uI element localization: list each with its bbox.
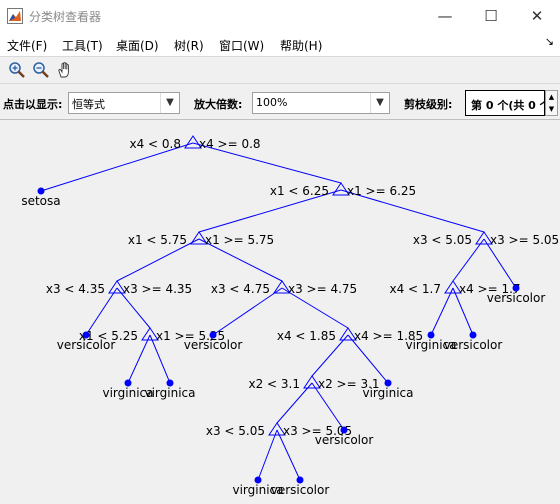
prune-level-value: 第 0 个(共 0 个): [471, 99, 544, 112]
split-left-label: x3 < 5.05: [206, 424, 265, 438]
click-to-show-select[interactable]: 恒等式 ▼: [68, 92, 180, 114]
zoom-in-icon[interactable]: [8, 61, 26, 79]
leaf-class-label: versicolor: [444, 338, 503, 352]
matlab-app-icon: [7, 8, 23, 24]
maximize-button[interactable]: ☐: [468, 0, 514, 32]
menu-help[interactable]: 帮助(H): [280, 37, 322, 54]
click-to-show-value: 恒等式: [72, 98, 105, 111]
split-right-label: x3 >= 4.35: [123, 282, 192, 296]
split-right-label: x3 >= 4.75: [288, 282, 357, 296]
menu-bar: 文件(F) 工具(T) 桌面(D) 树(R) 窗口(W) 帮助(H) ↘: [0, 32, 560, 56]
menu-tools[interactable]: 工具(T): [62, 37, 103, 54]
title-bar: 分类树查看器 — ☐ ✕: [0, 0, 560, 32]
prune-level-label: 剪枝级别:: [404, 98, 453, 111]
click-to-show-label: 点击以显示:: [3, 98, 63, 111]
leaf-class-label: versicolor: [57, 338, 116, 352]
zoom-out-icon[interactable]: [32, 61, 50, 79]
menu-window[interactable]: 窗口(W): [219, 37, 264, 54]
split-left-label: x4 < 1.7: [389, 282, 441, 296]
leaf-class-label: virginica: [363, 386, 414, 400]
minimize-button[interactable]: —: [422, 0, 468, 32]
close-button[interactable]: ✕: [514, 0, 560, 32]
split-left-label: x4 < 0.8: [129, 137, 181, 151]
prune-level-spinner[interactable]: ▲ ▼: [545, 90, 558, 116]
leaf-class-label: setosa: [21, 194, 60, 208]
chevron-down-icon: ▼: [160, 93, 179, 113]
split-left-label: x1 < 5.75: [128, 233, 187, 247]
dock-arrow-icon[interactable]: ↘: [545, 35, 554, 48]
magnification-select[interactable]: 100% ▼: [252, 92, 390, 114]
menu-tree[interactable]: 树(R): [174, 37, 204, 54]
split-left-label: x1 < 6.25: [270, 184, 329, 198]
split-right-label: x3 >= 5.05: [490, 233, 559, 247]
magnification-label: 放大倍数:: [194, 98, 243, 111]
leaf-class-label: versicolor: [315, 433, 374, 447]
window-title: 分类树查看器: [29, 10, 102, 24]
leaf-class-label: versicolor: [271, 483, 330, 497]
split-left-label: x4 < 1.85: [277, 329, 336, 343]
menu-file[interactable]: 文件(F): [7, 37, 47, 54]
magnification-value: 100%: [256, 96, 288, 109]
pan-hand-icon[interactable]: [56, 61, 74, 79]
prune-level-field[interactable]: 第 0 个(共 0 个): [465, 90, 545, 116]
chevron-down-icon: ▼: [370, 93, 389, 113]
spin-up-icon[interactable]: ▲: [549, 93, 554, 101]
split-left-label: x3 < 4.35: [46, 282, 105, 296]
spin-down-icon[interactable]: ▼: [549, 105, 554, 113]
leaf-class-label: versicolor: [184, 338, 243, 352]
options-bar: 点击以显示: 恒等式 ▼ 放大倍数: 100% ▼ 剪枝级别: 第 0 个(共 …: [0, 86, 560, 120]
split-right-label: x1 >= 5.75: [205, 233, 274, 247]
toolbar: [0, 56, 560, 84]
menu-desktop[interactable]: 桌面(D): [116, 37, 159, 54]
split-right-label: x1 >= 6.25: [347, 184, 416, 198]
split-left-label: x3 < 4.75: [211, 282, 270, 296]
split-right-label: x4 >= 0.8: [199, 137, 261, 151]
split-left-label: x2 < 3.1: [248, 377, 300, 391]
leaf-class-label: versicolor: [487, 291, 546, 305]
classification-tree-canvas: x4 < 0.8 x4 >= 0.8 x1 < 6.25 x1 >= 6.25 x1 <…: [21, 135, 559, 497]
leaf-class-label: virginica: [145, 386, 196, 400]
split-left-label: x3 < 5.05: [413, 233, 472, 247]
